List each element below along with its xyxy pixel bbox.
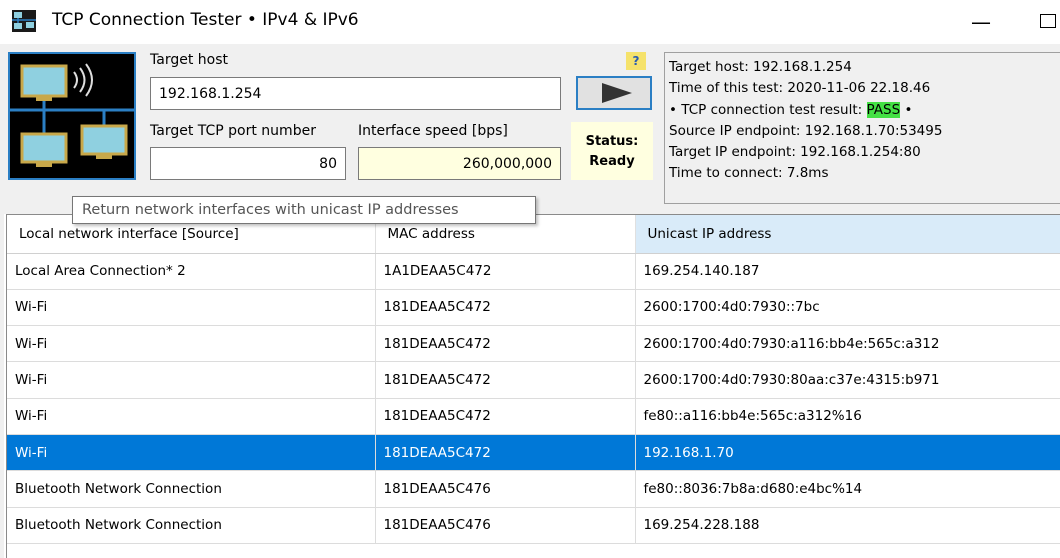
window-left-edge — [0, 44, 4, 558]
cell-interface: Wi-Fi — [7, 289, 376, 327]
cell-mac: 181DEAA5C472 — [375, 398, 636, 435]
target-host-value: 192.168.1.254 — [159, 85, 262, 102]
cell-interface: Wi-Fi — [7, 361, 376, 399]
maximize-button[interactable] — [1040, 14, 1056, 28]
cell-mac: 181DEAA5C476 — [375, 507, 636, 544]
result-status-line: • TCP connection test result: PASS • — [669, 100, 1056, 121]
network-interfaces-table[interactable]: Local network interface [Source] MAC add… — [6, 214, 1060, 558]
port-input[interactable]: 80 — [150, 147, 346, 180]
minimize-button[interactable]: — — [966, 8, 996, 36]
cell-interface: Bluetooth Network Connection — [7, 507, 376, 544]
help-button[interactable]: ? — [626, 52, 646, 70]
cell-ip: fe80::a116:bb4e:565c:a312%16 — [635, 398, 1060, 435]
network-diagram-icon — [10, 54, 134, 178]
result-target-endpoint: Target IP endpoint: 192.168.1.254:80 — [669, 144, 921, 161]
cell-mac: 181DEAA5C476 — [375, 470, 636, 508]
cell-interface: Wi-Fi — [7, 398, 376, 435]
port-label: Target TCP port number — [150, 123, 316, 139]
test-result-panel: Target host: 192.168.1.254 Time of this … — [664, 52, 1060, 204]
cell-ip: 2600:1700:4d0:7930:a116:bb4e:565c:a312 — [635, 325, 1060, 363]
play-icon — [602, 83, 632, 103]
cell-mac: 1A1DEAA5C472 — [375, 253, 636, 290]
cell-ip: 169.254.228.188 — [635, 507, 1060, 544]
window-title: TCP Connection Tester • IPv4 & IPv6 — [52, 10, 359, 30]
cell-mac: 181DEAA5C472 — [375, 361, 636, 399]
table-row[interactable]: Bluetooth Network Connection 181DEAA5C47… — [7, 507, 1060, 544]
title-bar: TCP Connection Tester • IPv4 & IPv6 — — [0, 0, 1060, 44]
status-value: Ready — [589, 154, 635, 169]
status-indicator: Status: Ready — [571, 122, 653, 180]
speed-label: Interface speed [bps] — [358, 123, 508, 139]
speed-readout: 260,000,000 — [358, 147, 561, 180]
table-row[interactable]: Local Area Connection* 2 1A1DEAA5C472 16… — [7, 253, 1060, 290]
cell-mac: 181DEAA5C472 — [375, 325, 636, 363]
app-network-icon — [12, 10, 36, 32]
tooltip: Return network interfaces with unicast I… — [72, 196, 536, 224]
result-suffix: • — [900, 101, 913, 118]
target-host-input[interactable]: 192.168.1.254 — [150, 77, 561, 110]
result-time-of-test: Time of this test: 2020-11-06 22.18.46 — [669, 80, 931, 97]
cell-interface: Local Area Connection* 2 — [7, 253, 376, 290]
port-value: 80 — [319, 155, 337, 172]
cell-interface: Wi-Fi — [7, 325, 376, 363]
cell-interface: Bluetooth Network Connection — [7, 470, 376, 508]
result-target-host: Target host: 192.168.1.254 — [669, 59, 852, 75]
result-prefix: • TCP connection test result: — [669, 101, 867, 118]
cell-ip: 169.254.140.187 — [635, 253, 1060, 290]
table-row[interactable]: Wi-Fi 181DEAA5C472 2600:1700:4d0:7930::7… — [7, 289, 1060, 327]
table-row-selected[interactable]: Wi-Fi 181DEAA5C472 192.168.1.70 — [7, 434, 1060, 472]
cell-mac: 181DEAA5C472 — [375, 434, 636, 472]
status-label: Status: — [585, 134, 639, 149]
result-source-endpoint: Source IP endpoint: 192.168.1.70:53495 — [669, 122, 943, 139]
table-row[interactable]: Wi-Fi 181DEAA5C472 2600:1700:4d0:7930:80… — [7, 361, 1060, 399]
cell-ip: 192.168.1.70 — [635, 434, 1060, 472]
cell-mac: 181DEAA5C472 — [375, 289, 636, 327]
cell-ip: fe80::8036:7b8a:d680:e4bc%14 — [635, 470, 1060, 508]
column-header-ip[interactable]: Unicast IP address — [635, 215, 1060, 254]
cell-ip: 2600:1700:4d0:7930::7bc — [635, 289, 1060, 327]
network-logo — [8, 52, 136, 180]
speed-value: 260,000,000 — [462, 155, 552, 172]
pass-badge: PASS — [866, 101, 901, 118]
table-row[interactable]: Wi-Fi 181DEAA5C472 2600:1700:4d0:7930:a1… — [7, 325, 1060, 363]
table-row[interactable]: Bluetooth Network Connection 181DEAA5C47… — [7, 470, 1060, 508]
table-row[interactable]: Wi-Fi 181DEAA5C472 fe80::a116:bb4e:565c:… — [7, 398, 1060, 435]
cell-interface: Wi-Fi — [7, 434, 376, 472]
cell-ip: 2600:1700:4d0:7930:80aa:c37e:4315:b971 — [635, 361, 1060, 399]
target-host-label: Target host — [150, 52, 228, 68]
result-time-to-connect: Time to connect: 7.8ms — [669, 165, 829, 182]
start-test-button[interactable] — [576, 76, 652, 110]
